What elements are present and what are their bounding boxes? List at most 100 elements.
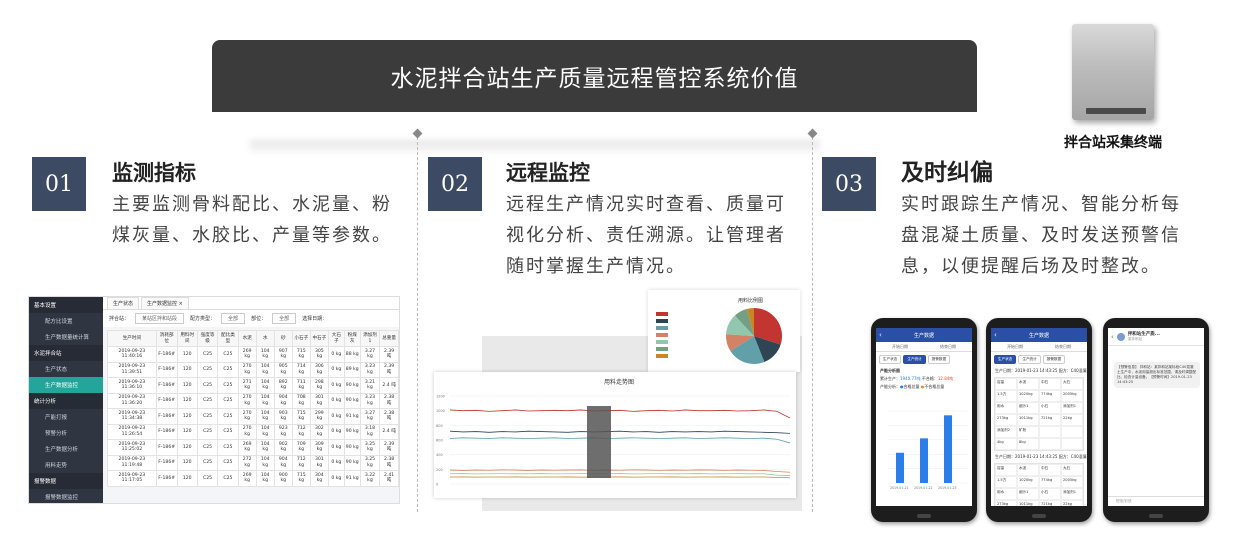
grid-cell: 小石: [1039, 402, 1061, 414]
table-row[interactable]: 2019-09-23 11:19:48 F-186# 120 C25 C25 272 kg…: [107, 454, 399, 471]
date-tab[interactable]: 开始日期: [991, 342, 1039, 351]
station-select[interactable]: 某站区拌和站段: [135, 313, 185, 324]
sidebar-item[interactable]: 产能打报: [29, 409, 103, 425]
table-cell: 2019-09-23 11:34:38: [107, 408, 157, 425]
table-cell: 269 kg: [237, 470, 257, 487]
back-icon[interactable]: ‹: [994, 331, 997, 339]
phone-screen: ‹ 生产数据 开始日期 结束日期 生产状态 生产统计 报警数据 产能分析图 累计生产：1…: [876, 328, 972, 506]
table-row[interactable]: 2019-09-23 11:39:51 F-186# 120 C25 C25 270 kg…: [107, 361, 399, 378]
y-tick-label: 1200: [436, 395, 445, 399]
date-tab[interactable]: 结束日期: [1039, 342, 1087, 351]
section-title: 远程监控: [506, 161, 590, 185]
table-cell: 2019-09-23 11:36:10: [107, 377, 157, 394]
sidebar-item[interactable]: 预警分析: [29, 425, 103, 441]
message-input[interactable]: 短信/彩信: [1108, 496, 1204, 506]
table-cell: F-186#: [155, 439, 178, 456]
grid-cell: 1011kg: [1017, 414, 1039, 426]
table-cell: 2.4 吨: [379, 423, 399, 440]
grid-cell: 1.5方: [995, 390, 1017, 402]
table-cell: 715 kg: [291, 470, 311, 487]
back-icon[interactable]: ‹: [879, 331, 882, 339]
sidebar-item[interactable]: 生产数据量统计算: [29, 329, 103, 345]
home-button[interactable]: [1149, 514, 1163, 518]
sidebar-item[interactable]: 用料走势: [29, 457, 103, 473]
table-cell: 2.39 吨: [379, 346, 399, 363]
subtab[interactable]: 报警数据: [927, 355, 951, 364]
bar[interactable]: [896, 452, 904, 483]
sidebar-item[interactable]: 生产状态: [29, 361, 103, 377]
grid-cell: 添加剂1: [1061, 402, 1083, 414]
back-icon[interactable]: ‹: [1111, 333, 1114, 341]
table-cell: C25: [217, 454, 239, 471]
filter-label: 拌合站：: [109, 316, 130, 322]
grid-cell: 22kg: [1061, 414, 1083, 426]
home-button[interactable]: [1032, 514, 1046, 518]
grid-cell: 22kg: [1061, 500, 1083, 506]
grid-cell: 721kg: [1039, 500, 1061, 506]
table-row[interactable]: 2019-09-23 11:36:20 F-186# 120 C25 C25 270 kg…: [107, 392, 399, 409]
table-cell: C25: [217, 361, 239, 378]
separator-dot: [412, 128, 423, 139]
grid-cell: 1020kg: [1017, 390, 1039, 402]
table-row[interactable]: 2019-09-23 11:34:38 F-186# 120 C25 C25 270 kg…: [107, 408, 399, 425]
table-row[interactable]: 2019-09-23 11:25:02 F-186# 120 C25 C25 269 kg…: [107, 439, 399, 456]
table-cell: 2.38 吨: [379, 392, 399, 409]
date-tab[interactable]: 结束日期: [924, 342, 972, 351]
part-select[interactable]: 全部: [272, 313, 297, 324]
table-row[interactable]: 2019-09-23 11:40:16 F-186# 120 C25 C25 269 kg…: [107, 346, 399, 363]
table-cell: 301 kg: [309, 454, 329, 471]
grid-cell: 721kg: [1039, 414, 1061, 426]
table-cell: 2.41 吨: [379, 470, 399, 487]
table-cell: 302 kg: [309, 423, 329, 440]
subtab-active[interactable]: 生产状态: [994, 355, 1017, 364]
table-cell: 88 kg: [343, 346, 361, 363]
table-cell: 271 kg: [237, 377, 257, 394]
table-row[interactable]: 2019-09-23 11:36:10 F-186# 120 C25 C25 271 kg…: [107, 377, 399, 394]
series-line[interactable]: [449, 430, 791, 434]
table-row[interactable]: 2019-09-23 11:26:54 F-186# 120 C25 C25 270 kg…: [107, 423, 399, 440]
subtab[interactable]: 生产统计: [1018, 355, 1041, 364]
date-tab[interactable]: 开始日期: [876, 342, 924, 351]
x-tick-label: 2019-01-22: [914, 486, 933, 490]
bar[interactable]: [944, 415, 952, 483]
tab-active[interactable]: 生产数据监控 ×: [141, 297, 189, 309]
table-cell: F-186#: [155, 361, 178, 378]
bar[interactable]: [920, 438, 928, 483]
home-button[interactable]: [917, 514, 931, 518]
table-cell: 2019-09-23 11:17:05: [107, 470, 157, 487]
table-cell: 120: [176, 361, 198, 378]
series-line[interactable]: [449, 476, 791, 479]
grid-cell: 774kg: [1039, 390, 1061, 402]
series-line[interactable]: [449, 473, 791, 476]
subtab-active[interactable]: 生产统计: [903, 355, 926, 364]
sidebar-group[interactable]: 水泥拌合站: [29, 345, 103, 361]
tab[interactable]: 生产状态: [107, 297, 140, 309]
sidebar-item[interactable]: 配方比设置: [29, 313, 103, 329]
subtab[interactable]: 生产状态: [879, 355, 902, 364]
y-tick-label: 1000: [436, 409, 445, 413]
sidebar-item[interactable]: 报警数据监控: [29, 489, 103, 503]
table-cell: 2019-09-23 11:25:02: [107, 439, 157, 456]
pie-title: 用料比例图: [738, 297, 763, 304]
sidebar-group[interactable]: 统计分析: [29, 393, 103, 409]
type-select[interactable]: 全部: [221, 313, 246, 324]
table-cell: C25: [196, 439, 219, 456]
section-number: 01: [32, 157, 86, 211]
sms-message: 【预警信息】 拌和站：某拌和站某标段C40混凝土生产中，水泥用量超出标准范围，请…: [1114, 362, 1200, 388]
table-cell: 905 kg: [273, 361, 293, 378]
sidebar-item[interactable]: 生产数据分析: [29, 441, 103, 457]
separator-dot: [807, 128, 818, 139]
series-line[interactable]: [449, 409, 791, 419]
subtab[interactable]: 报警数据: [1042, 355, 1066, 364]
page-title: 水泥拌合站生产质量远程管控系统价值: [390, 66, 799, 92]
table-row[interactable]: 2019-09-23 11:17:05 F-186# 120 C25 C25 269 kg…: [107, 470, 399, 487]
series-line[interactable]: [449, 469, 791, 473]
table-cell: 900 kg: [273, 470, 293, 487]
phone-sms-alert: ‹ 拌和站生产质... 某拌和站 【预警信息】 拌和站：某拌和站某标段C40混凝…: [1103, 318, 1209, 522]
series-line[interactable]: [449, 437, 791, 444]
sidebar-item-active[interactable]: 生产数据监控: [29, 377, 103, 393]
table-cell: 269 kg: [237, 439, 257, 456]
sidebar-group[interactable]: 基本设置: [29, 297, 103, 313]
sidebar-group[interactable]: 报警数据: [29, 473, 103, 489]
table-cell: 3.25 kg: [359, 454, 381, 471]
